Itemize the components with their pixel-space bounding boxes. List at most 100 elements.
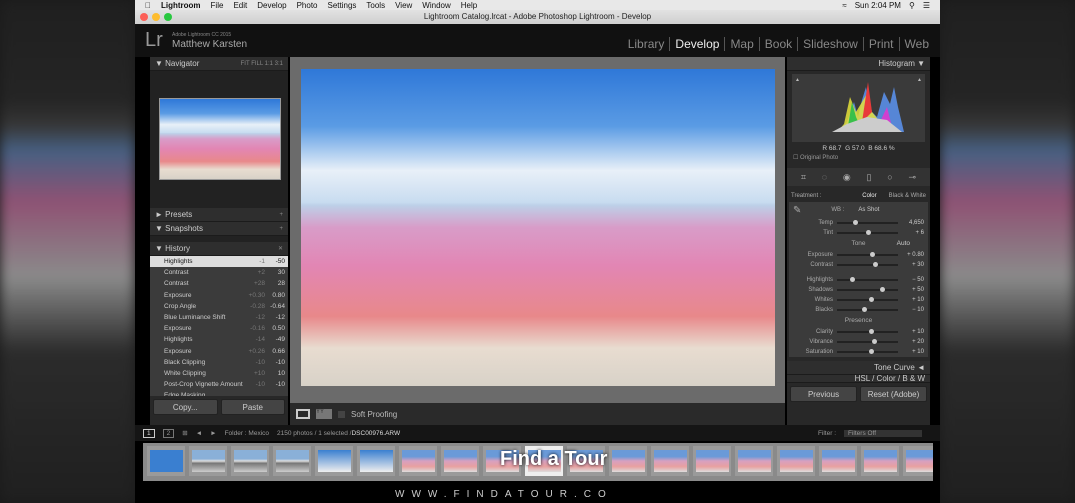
slider-track[interactable]	[837, 307, 898, 312]
filmstrip-thumbnail[interactable]	[819, 446, 857, 476]
menu-help[interactable]: Help	[461, 1, 477, 10]
spot-removal-icon[interactable]: ◌	[822, 172, 827, 182]
previous-button[interactable]: Previous	[790, 386, 857, 402]
slider-thumb[interactable]	[865, 230, 871, 235]
navigator-header[interactable]: ▼ Navigator FIT FILL 1:1 3:1	[150, 57, 288, 71]
apple-icon[interactable]: 	[145, 1, 151, 10]
add-snapshot-icon[interactable]: +	[279, 226, 283, 232]
slider-track[interactable]	[837, 329, 898, 334]
zoom-options[interactable]: FIT FILL 1:1 3:1	[241, 61, 283, 67]
slider-whites[interactable]: Whites + 10	[789, 295, 928, 305]
zoom-button[interactable]	[164, 13, 172, 21]
treatment-color[interactable]: Color	[862, 193, 876, 199]
navigator-preview[interactable]	[150, 71, 288, 208]
filmstrip-thumbnail[interactable]	[693, 446, 731, 476]
filmstrip-thumbnail[interactable]	[273, 446, 311, 476]
history-item[interactable]: Exposure +0.26 0.66	[150, 346, 288, 357]
filmstrip-thumbnail[interactable]	[357, 446, 395, 476]
history-item[interactable]: Contrast +28 28	[150, 278, 288, 289]
navigator-thumbnail[interactable]	[159, 98, 281, 180]
histogram-header[interactable]: Histogram ▼	[787, 57, 930, 71]
history-item[interactable]: White Clipping +10 10	[150, 368, 288, 379]
filter-dropdown[interactable]: Filters Off	[844, 429, 922, 437]
menu-edit[interactable]: Edit	[233, 1, 247, 10]
slider-track[interactable]	[837, 277, 898, 282]
highlight-clipping-icon[interactable]: ▲	[917, 77, 922, 83]
search-icon[interactable]: ⚲	[909, 1, 915, 10]
history-item[interactable]: Highlights -1 -50	[150, 256, 288, 268]
close-button[interactable]	[140, 13, 148, 21]
soft-proofing-checkbox[interactable]	[338, 410, 345, 418]
filmstrip-thumbnail[interactable]	[441, 446, 479, 476]
history-item[interactable]: Highlights -14 -49	[150, 334, 288, 345]
slider-thumb[interactable]	[850, 277, 856, 282]
grid-icon[interactable]: ⊞	[182, 429, 187, 437]
slider-clarity[interactable]: Clarity + 10	[789, 327, 928, 337]
forward-arrow-icon[interactable]: ►	[210, 430, 216, 437]
slider-thumb[interactable]	[872, 262, 878, 267]
history-item[interactable]: Exposure +0.30 0.80	[150, 290, 288, 301]
slider-value[interactable]: + 0.80	[902, 252, 924, 258]
adjustment-brush-icon[interactable]: ⊸	[908, 172, 916, 183]
wb-dropdown[interactable]: As Shot	[858, 207, 879, 213]
menu-tools[interactable]: Tools	[366, 1, 385, 10]
crop-tool-icon[interactable]: ⌗	[801, 172, 806, 183]
shadow-clipping-icon[interactable]: ▲	[795, 77, 800, 83]
slider-value[interactable]: + 10	[902, 349, 924, 355]
slider-exposure[interactable]: Exposure + 0.80	[789, 250, 928, 260]
slider-saturation[interactable]: Saturation + 10	[789, 347, 928, 357]
menu-window[interactable]: Window	[422, 1, 450, 10]
reset-button[interactable]: Reset (Adobe)	[860, 386, 927, 402]
history-item[interactable]: Blue Luminance Shift -12 -12	[150, 312, 288, 323]
slider-value[interactable]: + 10	[902, 297, 924, 303]
clear-history-icon[interactable]: ✕	[278, 245, 283, 252]
slider-track[interactable]	[837, 230, 898, 235]
auto-tone-button[interactable]: Auto	[897, 238, 910, 250]
slider-blacks[interactable]: Blacks − 10	[789, 305, 928, 315]
module-develop[interactable]: Develop	[669, 37, 724, 51]
menu-list-icon[interactable]: ☰	[923, 1, 930, 10]
hsl-header[interactable]: HSL / Color / B & W	[787, 375, 930, 383]
slider-value[interactable]: − 50	[902, 277, 924, 283]
menu-file[interactable]: File	[211, 1, 224, 10]
filmstrip-thumbnail[interactable]	[777, 446, 815, 476]
treatment-bw[interactable]: Black & White	[889, 193, 926, 199]
slider-thumb[interactable]	[868, 349, 874, 354]
wifi-icon[interactable]: ≈	[842, 1, 846, 10]
filmstrip-thumbnail[interactable]	[735, 446, 773, 476]
slider-thumb[interactable]	[871, 339, 877, 344]
history-item[interactable]: Exposure -0.16 0.50	[150, 323, 288, 334]
radial-filter-icon[interactable]: ○	[887, 172, 892, 182]
history-item[interactable]: Contrast +2 30	[150, 267, 288, 278]
filmstrip-thumbnail[interactable]	[609, 446, 647, 476]
module-book[interactable]: Book	[758, 37, 797, 51]
presets-header[interactable]: ► Presets +	[150, 208, 288, 222]
slider-track[interactable]	[837, 339, 898, 344]
slider-tint[interactable]: Tint + 6	[789, 228, 928, 238]
add-preset-icon[interactable]: +	[279, 212, 283, 218]
slider-value[interactable]: + 30	[902, 262, 924, 268]
menu-settings[interactable]: Settings	[328, 1, 357, 10]
tone-curve-header[interactable]: Tone Curve ◄	[787, 361, 930, 375]
menu-app[interactable]: Lightroom	[161, 1, 201, 10]
slider-track[interactable]	[837, 252, 898, 257]
history-item[interactable]: Post-Crop Vignette Amount -10 -10	[150, 379, 288, 390]
module-web[interactable]: Web	[898, 37, 934, 51]
graduated-filter-icon[interactable]: ▯	[867, 172, 872, 183]
slider-track[interactable]	[837, 262, 898, 267]
main-window-button[interactable]: 1	[143, 428, 155, 438]
red-eye-icon[interactable]: ◉	[843, 172, 851, 183]
module-slideshow[interactable]: Slideshow	[797, 37, 863, 51]
paste-button[interactable]: Paste	[220, 399, 285, 415]
slider-track[interactable]	[837, 220, 898, 225]
history-header[interactable]: ▼ History ✕	[150, 242, 288, 256]
module-library[interactable]: Library	[623, 37, 670, 51]
filmstrip-thumbnail[interactable]	[651, 446, 689, 476]
history-item[interactable]: Black Clipping -10 -10	[150, 357, 288, 368]
folder-source[interactable]: Folder : Mexico	[225, 430, 269, 437]
slider-temp[interactable]: Temp 4,650	[789, 218, 928, 228]
clock[interactable]: Sun 2:04 PM	[855, 1, 901, 10]
filmstrip-thumbnail[interactable]	[315, 446, 353, 476]
slider-thumb[interactable]	[868, 329, 874, 334]
filmstrip-thumbnail[interactable]	[399, 446, 437, 476]
